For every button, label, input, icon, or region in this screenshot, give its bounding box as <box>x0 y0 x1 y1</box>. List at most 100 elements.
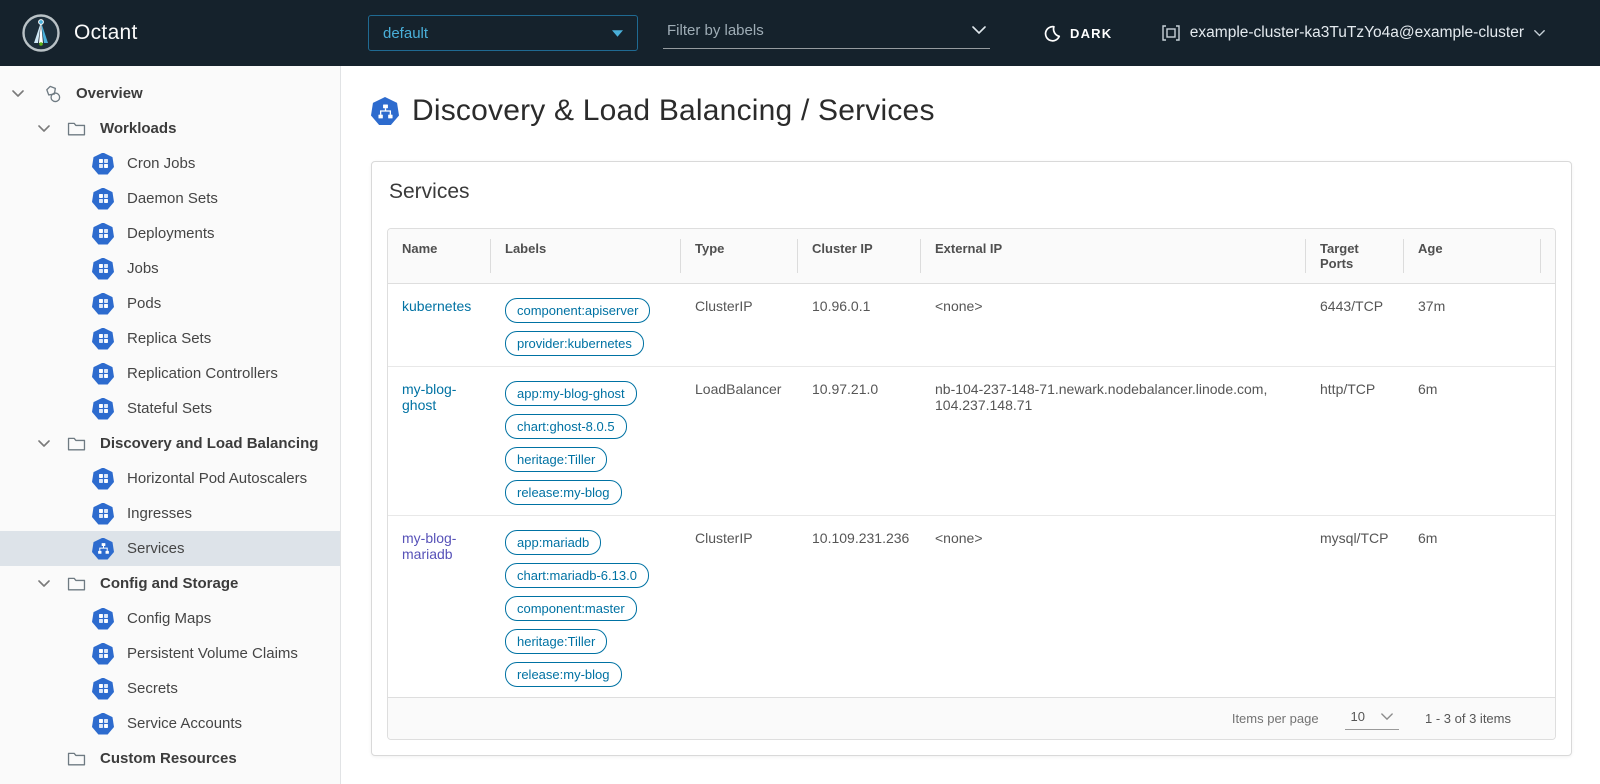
label-chip: chart:mariadb-6.13.0 <box>505 563 649 588</box>
sidebar-item-services[interactable]: Services <box>0 531 340 566</box>
label-chip: chart:ghost-8.0.5 <box>505 414 627 439</box>
label-chip: component:apiserver <box>505 298 650 323</box>
target-ports-cell: mysql/TCP <box>1306 516 1404 698</box>
sidebar-item-config-maps[interactable]: Config Maps <box>0 601 340 636</box>
chevron-down-icon[interactable] <box>36 125 51 133</box>
target-ports-cell: 6443/TCP <box>1306 284 1404 367</box>
chevron-down-icon[interactable] <box>36 580 51 588</box>
caret-down-icon <box>612 30 623 37</box>
sidebar-item-ingresses[interactable]: Ingresses <box>0 496 340 531</box>
app-title: Octant <box>74 21 138 45</box>
label-chip: release:my-blog <box>505 480 622 505</box>
card-title: Services <box>387 180 1556 204</box>
label-chip: component:master <box>505 596 637 621</box>
chevron-down-icon[interactable] <box>10 90 25 98</box>
replica-sets-icon <box>92 328 114 350</box>
namespace-select[interactable]: default <box>368 15 638 51</box>
services-heptagon-icon <box>371 97 399 125</box>
page-header: Discovery & Load Balancing / Services <box>371 94 1572 128</box>
sidebar-item-label: Ingresses <box>127 505 192 522</box>
folder-icon <box>65 748 87 770</box>
replication-controllers-icon <box>92 363 114 385</box>
cluster-context-dropdown[interactable]: example-cluster-ka3TuTzYo4a@example-clus… <box>1162 0 1545 66</box>
sidebar-item-label: Secrets <box>127 680 178 697</box>
table-row-my-blog-mariadb: my-blog-mariadbapp:mariadbchart:mariadb-… <box>388 516 1555 698</box>
sidebar-item-deployments[interactable]: Deployments <box>0 216 340 251</box>
sidebar-item-label: Service Accounts <box>127 715 242 732</box>
octant-logo-icon <box>22 14 60 52</box>
overview-icon <box>41 83 63 105</box>
age-cell: 37m <box>1404 284 1541 367</box>
column-header-target-ports: Target Ports <box>1306 229 1404 284</box>
chevron-down-icon[interactable] <box>36 440 51 448</box>
table-body: kubernetescomponent:apiserverprovider:ku… <box>388 284 1555 698</box>
top-navigation-bar: Octant default Filter by labels DARK exa… <box>0 0 1600 66</box>
chevron-down-icon <box>1534 30 1545 37</box>
target-ports-cell: http/TCP <box>1306 367 1404 516</box>
column-header-age: Age <box>1404 229 1541 284</box>
sidebar-item-stateful-sets[interactable]: Stateful Sets <box>0 391 340 426</box>
label-chip: heritage:Tiller <box>505 629 607 654</box>
folder-icon <box>65 433 87 455</box>
sidebar-item-config-and-storage[interactable]: Config and Storage <box>0 566 340 601</box>
sidebar-nav: OverviewWorkloads Cron Jobs Daemon Sets Dep… <box>0 66 341 784</box>
cluster-context-label: example-cluster-ka3TuTzYo4a@example-clus… <box>1190 24 1524 42</box>
sidebar-item-workloads[interactable]: Workloads <box>0 111 340 146</box>
sidebar-item-label: Cron Jobs <box>127 155 195 172</box>
external-ip-cell: nb-104-237-148-71.newark.nodebalancer.li… <box>921 367 1306 516</box>
table-row-kubernetes: kubernetescomponent:apiserverprovider:ku… <box>388 284 1555 367</box>
service-link-my-blog-mariadb[interactable]: my-blog-mariadb <box>402 530 456 562</box>
sidebar-item-overview[interactable]: Overview <box>0 76 340 111</box>
service-link-my-blog-ghost[interactable]: my-blog-ghost <box>402 381 456 413</box>
sidebar-item-custom-resources[interactable]: Custom Resources <box>0 741 340 776</box>
sidebar-item-pods[interactable]: Pods <box>0 286 340 321</box>
sidebar-item-jobs[interactable]: Jobs <box>0 251 340 286</box>
cluster-ip-cell: 10.96.0.1 <box>798 284 921 367</box>
label-chip: app:my-blog-ghost <box>505 381 637 406</box>
services-card: Services NameLabelsTypeCluster IPExterna… <box>371 161 1572 756</box>
sidebar-item-secrets[interactable]: Secrets <box>0 671 340 706</box>
page-title: Discovery & Load Balancing / Services <box>412 94 935 128</box>
sidebar-item-label: Discovery and Load Balancing <box>100 435 318 452</box>
sidebar-item-label: Daemon Sets <box>127 190 218 207</box>
age-cell: 6m <box>1404 367 1541 516</box>
sidebar-item-persistent-volume-claims[interactable]: Persistent Volume Claims <box>0 636 340 671</box>
cluster-ip-cell: 10.97.21.0 <box>798 367 921 516</box>
jobs-icon <box>92 258 114 280</box>
cluster-icon <box>1162 25 1180 41</box>
external-ip-cell: <none> <box>921 284 1306 367</box>
sidebar-item-label: Persistent Volume Claims <box>127 645 298 662</box>
deployments-icon <box>92 223 114 245</box>
chevron-down-icon <box>1381 713 1393 721</box>
column-header-external-ip: External IP <box>921 229 1306 284</box>
sidebar-item-daemon-sets[interactable]: Daemon Sets <box>0 181 340 216</box>
type-cell: LoadBalancer <box>681 367 798 516</box>
sidebar-item-discovery-and-load-balancing[interactable]: Discovery and Load Balancing <box>0 426 340 461</box>
table-header-row: NameLabelsTypeCluster IPExternal IPTarge… <box>388 229 1555 284</box>
sidebar-item-label: Replica Sets <box>127 330 211 347</box>
sidebar-item-label: Services <box>127 540 185 557</box>
table-row-my-blog-ghost: my-blog-ghost app:my-blog-ghost chart:ghos… <box>388 367 1555 516</box>
ingresses-icon <box>92 503 114 525</box>
sidebar-item-replication-controllers[interactable]: Replication Controllers <box>0 356 340 391</box>
filter-by-labels-input[interactable]: Filter by labels <box>663 19 990 49</box>
daemon-sets-icon <box>92 188 114 210</box>
sidebar-item-cron-jobs[interactable]: Cron Jobs <box>0 146 340 181</box>
sidebar-item-replica-sets[interactable]: Replica Sets <box>0 321 340 356</box>
age-cell: 6m <box>1404 516 1541 698</box>
sidebar-item-label: Deployments <box>127 225 215 242</box>
service-link-kubernetes[interactable]: kubernetes <box>402 298 471 314</box>
folder-icon <box>65 573 87 595</box>
config-maps-icon <box>92 608 114 630</box>
sidebar-item-service-accounts[interactable]: Service Accounts <box>0 706 340 741</box>
sidebar-item-label: Jobs <box>127 260 159 277</box>
page-size-select[interactable]: 10 <box>1345 707 1399 730</box>
horizontal-pod-autoscalers-icon <box>92 468 114 490</box>
sidebar-item-horizontal-pod-autoscalers[interactable]: Horizontal Pod Autoscalers <box>0 461 340 496</box>
dark-theme-toggle[interactable]: DARK <box>1044 0 1112 66</box>
chevron-down-icon <box>972 26 986 35</box>
sidebar-item-label: Custom Resources <box>100 750 237 767</box>
service-accounts-icon <box>92 713 114 735</box>
sidebar-item-label: Stateful Sets <box>127 400 212 417</box>
table-pagination: Items per page 10 1 - 3 of 3 items <box>388 697 1555 739</box>
